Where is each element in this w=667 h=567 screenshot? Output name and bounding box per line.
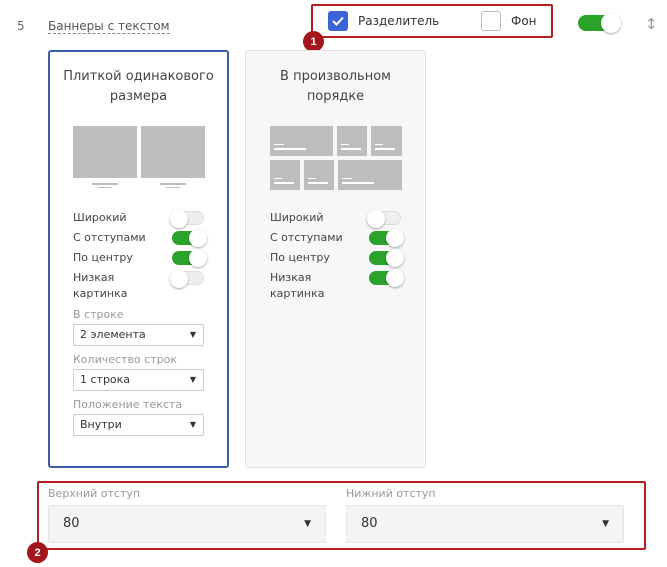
toggle-center[interactable] — [369, 249, 404, 267]
option-label-low-image: Низкая картинка — [270, 271, 325, 300]
caret-down-icon: ▼ — [602, 519, 609, 529]
option-label-low-image: Низкая картинка — [73, 271, 128, 300]
caret-down-icon: ▼ — [189, 330, 196, 339]
top-padding-select[interactable]: 80 ▼ — [48, 505, 326, 543]
option-label-wide: Широкий — [270, 211, 324, 224]
toggle-padding[interactable] — [369, 229, 404, 247]
option-label-center: По центру — [73, 251, 133, 264]
top-padding-label: Верхний отступ — [48, 487, 141, 500]
annotation-box-1 — [311, 4, 553, 38]
annotation-badge-1: 1 — [303, 31, 324, 52]
text-position-select[interactable]: Внутри ▼ — [73, 414, 204, 436]
select-label-row-count: Количество строк — [73, 353, 177, 366]
toggle-wide[interactable] — [170, 210, 204, 228]
toggle-center[interactable] — [172, 249, 207, 267]
bottom-padding-label: Нижний отступ — [346, 487, 436, 500]
toggle-low-image[interactable] — [170, 270, 204, 288]
caret-down-icon: ▼ — [189, 420, 196, 429]
annotation-badge-2: 2 — [27, 542, 48, 563]
caret-down-icon: ▼ — [304, 519, 311, 529]
select-label-per-row: В строке — [73, 308, 124, 321]
select-label-text-position: Положение текста — [73, 398, 183, 411]
row-title-link[interactable]: Баннеры с текстом — [48, 19, 170, 34]
option-label-padding: С отступами — [73, 231, 146, 244]
row-visibility-toggle[interactable] — [578, 13, 621, 33]
per-row-select[interactable]: 2 элемента ▼ — [73, 324, 204, 346]
row-count-select[interactable]: 1 строка ▼ — [73, 369, 204, 391]
row-number: 5 — [17, 19, 25, 33]
card-title: Плиткой одинакового размера — [63, 69, 214, 104]
toggle-wide[interactable] — [367, 210, 401, 228]
card-title: В произвольном порядке — [280, 69, 391, 104]
toggle-padding[interactable] — [172, 229, 207, 247]
equal-tiles-preview-image — [73, 126, 205, 188]
drag-updown-icon[interactable]: ↕ — [645, 16, 658, 32]
free-order-preview-image — [270, 126, 402, 190]
toggle-low-image[interactable] — [369, 269, 404, 287]
caret-down-icon: ▼ — [189, 375, 196, 384]
option-label-wide: Широкий — [73, 211, 127, 224]
bottom-padding-select[interactable]: 80 ▼ — [346, 505, 624, 543]
option-label-center: По центру — [270, 251, 330, 264]
option-label-padding: С отступами — [270, 231, 343, 244]
